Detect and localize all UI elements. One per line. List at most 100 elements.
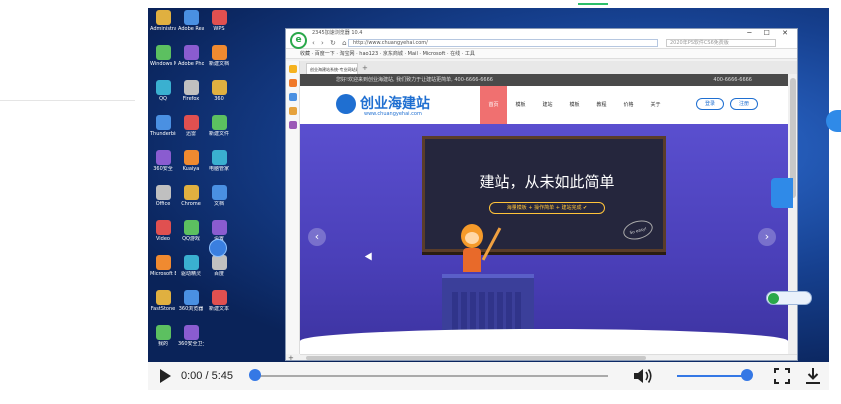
desktop-icon: Firefox [178,80,204,113]
sidebar-app-icon [288,121,297,129]
desktop-icon-glyph [211,80,227,95]
desktop-icon-label: Video [155,236,170,242]
play-icon[interactable] [160,369,171,383]
desktop-icon-glyph [211,115,227,130]
desktop-icon: 360安全 [150,150,176,183]
bookmarks-bar: 收藏 · 百度一下 · 淘宝网 · hao123 · 京东商城 · Mail ·… [286,49,797,59]
floating-chat-icon [766,291,812,305]
desktop-icon: 新建文档 [206,45,232,78]
browser-tabs: 创业海建站系统-专业网站建设 + [300,61,797,74]
desktop-icon-glyph [155,325,171,340]
site-top-notice: 您好!欢迎来到创业海建站, 我们致力于让建站更简单, 400-6666-6666 [336,77,493,83]
desktop-icon-glyph [211,185,227,200]
desktop-icon: 我的 [150,325,176,358]
desktop-icon: Video [150,220,176,253]
desktop-icon-glyph [155,150,171,165]
desktop-icon-label: 新建文档 [208,61,229,67]
desktop-icon-label: 360 [214,96,224,102]
address-bar: http://www.chuangyehai.com/ [348,39,658,47]
desktop-icon-glyph [183,115,199,130]
desktop-icon: 电脑管家 [206,150,232,183]
site-header: 创业海建站 www.chuangyehai.com 首页 模板 建站 模板 教程… [300,86,788,124]
desktop-icon-label: QQ [159,96,167,102]
site-topbar: 您好!欢迎来到创业海建站, 我们致力于让建站更简单, 400-6666-6666… [300,74,788,86]
desktop-icon-label: Office [155,201,171,207]
desktop-icon: Thunderbird [150,115,176,148]
progress-bar[interactable] [255,375,608,377]
website-content: 您好!欢迎来到创业海建站, 我们致力于让建站更简单, 400-6666-6666… [300,74,788,354]
site-login-button: 登录 [696,98,724,110]
video-player[interactable]: AdministratorAdobe Reader WPS Windows Medi… [148,8,829,362]
video-controls: 0:00 / 5:45 [148,362,829,390]
sidebar-game-icon [288,93,297,101]
site-nav-item: 首页 [480,86,507,124]
desktop-icon: 驱动精灵 [178,255,204,288]
download-icon[interactable] [804,367,822,385]
desktop-icon-label: Adobe Photoshop [178,61,204,67]
desktop-icon: Microsoft Edge [150,255,176,288]
desktop-icon-label: 360安全卫士 [178,341,204,347]
desktop-icons: AdministratorAdobe Reader WPS Windows Medi… [150,10,234,360]
desktop-icon-glyph [211,10,227,25]
browser-sidebar [286,61,300,354]
site-nav: 首页 模板 建站 模板 教程 价格 关于 [480,86,669,124]
desktop-icon: 360浏览器 [178,290,204,323]
desktop-icon-glyph [183,220,199,235]
desktop-icon: Kuaiya [178,150,204,183]
site-nav-item: 建站 [542,102,553,108]
desktop-icon-label: 360安全 [153,166,173,172]
character-body [463,248,481,272]
desktop-icon: WPS [206,10,232,43]
volume-icon[interactable] [632,367,654,385]
vertical-scrollbar [788,74,797,354]
window-controls-icon: ─ ☐ ✕ [747,29,793,37]
browser-title: 2345加速浏览器 10.4 [312,30,363,36]
site-nav-item: 教程 [596,102,607,108]
desktop-icon-label: Microsoft Edge [150,271,176,277]
chat-dot [768,293,779,304]
progress-handle[interactable] [249,369,261,381]
duration: 5:45 [211,370,234,382]
current-time: 0:00 [181,370,203,382]
desktop-icon: FastStone [150,290,176,323]
desktop-icon-label: Administrator [150,26,176,32]
desktop-icon-label: Firefox [182,96,200,102]
desktop-icon-label: 新建文件 [208,131,229,137]
fullscreen-icon[interactable] [774,368,790,384]
banner-title: 建站，从未如此简单 [479,173,615,191]
desktop-icon-label: QQ游戏 [182,236,200,242]
volume-handle[interactable] [741,369,753,381]
desktop-icon-label: 我的 [157,341,168,347]
site-nav-item: 价格 [623,102,634,108]
left-divider [0,100,135,101]
sidebar-star-icon [288,65,297,73]
browser-window: e 2345加速浏览器 10.4 ─ ☐ ✕ ‹ › ↻ ⌂ http://ww… [285,28,798,361]
side-tab-icon[interactable] [826,110,841,132]
desktop-icon-glyph [211,45,227,60]
desktop-icon-glyph [183,255,199,270]
desktop-icon: 360 [206,80,232,113]
desktop-icon: 360安全卫士 [178,325,204,358]
desktop-icon-glyph [211,220,227,235]
desktop-icon: Chrome [178,185,204,218]
browser-tab: 创业海建站系统-专业网站建设 [306,63,358,74]
desktop-icon: 百度 [206,255,232,288]
desktop-icon-label: 驱动精灵 [180,271,201,277]
desktop-icon-glyph [183,45,199,60]
page: AdministratorAdobe Reader WPS Windows Medi… [0,0,841,404]
add-icon: + [288,354,294,361]
desktop-icon-label: WPS [213,26,225,32]
desktop-icon-label: 新建文本 [208,306,229,312]
banner-pill: 海量模板 + 操作简单 + 建站完成 ✔ [489,202,605,214]
desktop-icon-glyph [183,325,199,340]
volume-slider[interactable] [677,375,747,377]
desktop-icon-label: Thunderbird [150,131,176,137]
desktop-icon: Adobe Photoshop [178,45,204,78]
site-nav-item: 模板 [515,102,526,108]
desktop-icon: QQ [150,80,176,113]
desktop-icon-label: Kuaiya [182,166,200,172]
desktop-icon-label: 360浏览器 [178,306,204,312]
browser-navbar: ‹ › ↻ ⌂ http://www.chuangyehai.com/ 2020… [286,38,797,49]
desktop-icon-glyph [155,290,171,305]
desktop-icon-glyph [183,185,199,200]
